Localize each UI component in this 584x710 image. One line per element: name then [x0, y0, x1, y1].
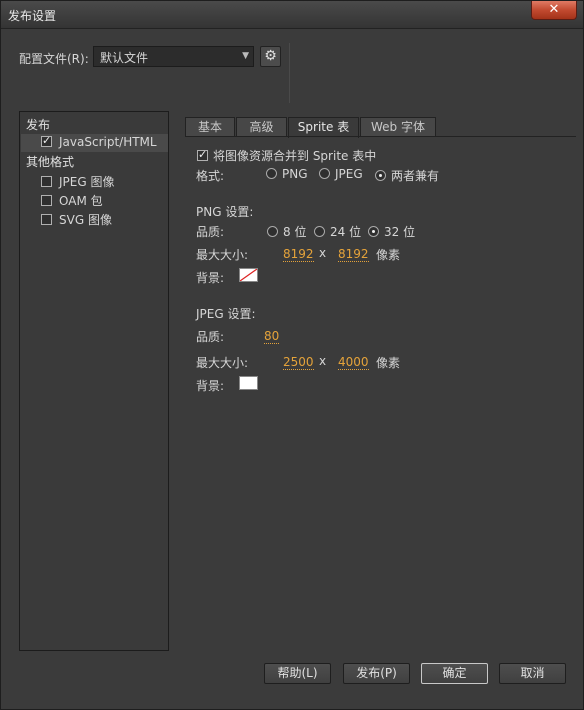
radio-label: PNG: [282, 167, 308, 181]
png-quality-label: 品质:: [196, 225, 225, 239]
chevron-down-icon: ▼: [242, 51, 249, 61]
jpeg-width-value[interactable]: 2500: [283, 355, 314, 370]
jpeg-max-size-label: 最大大小:: [196, 356, 249, 370]
ok-button[interactable]: 确定: [421, 663, 488, 684]
png-background-swatch[interactable]: [239, 268, 258, 282]
radio-button[interactable]: [375, 170, 386, 181]
target-tree: 发布 JavaScript/HTML 其他格式 JPEG 图像 OAM 包 SV…: [19, 111, 169, 651]
tree-item-label: JavaScript/HTML: [59, 135, 157, 149]
tree-item-svg[interactable]: SVG 图像: [41, 211, 112, 229]
png-background-label: 背景:: [196, 271, 225, 285]
window-title: 发布设置: [8, 9, 57, 23]
png-width-value[interactable]: 8192: [283, 247, 314, 262]
merge-sprite-option[interactable]: 将图像资源合并到 Sprite 表中: [197, 147, 376, 164]
radio-label: JPEG: [335, 167, 363, 181]
radio-format-both[interactable]: 两者兼有: [375, 167, 439, 184]
no-color-icon: [239, 268, 258, 282]
radio-label: 两者兼有: [391, 169, 440, 183]
publish-button[interactable]: 发布(P): [343, 663, 410, 684]
tree-item-oam[interactable]: OAM 包: [41, 192, 103, 210]
profile-select[interactable]: 默认文件 ▼: [93, 46, 254, 67]
radio-button[interactable]: [314, 226, 325, 237]
checkbox-jpeg[interactable]: [41, 176, 52, 187]
merge-sprite-label: 将图像资源合并到 Sprite 表中: [213, 149, 377, 163]
radio-label: 32 位: [384, 225, 416, 239]
jpeg-background-label: 背景:: [196, 379, 225, 393]
radio-button[interactable]: [266, 168, 277, 179]
help-button[interactable]: 帮助(L): [264, 663, 331, 684]
publish-settings-dialog: 发布设置 ✕ 配置文件(R): 默认文件 ▼ ⚙ 发布 JavaScript/H…: [0, 0, 584, 710]
profile-select-value: 默认文件: [100, 51, 149, 65]
tab-basic[interactable]: 基本: [185, 117, 235, 136]
radio-format-jpeg[interactable]: JPEG: [319, 167, 363, 181]
radio-label: 8 位: [283, 225, 307, 239]
radio-label: 24 位: [330, 225, 362, 239]
checkbox-javascript-html[interactable]: [41, 134, 52, 147]
tree-header-publish: 发布: [26, 118, 51, 132]
tree-item-label: OAM 包: [59, 194, 103, 208]
jpeg-pixels-label: 像素: [376, 356, 401, 370]
radio-png-24bit[interactable]: 24 位: [314, 223, 361, 240]
png-times-sign: x: [319, 246, 327, 260]
tree-item-label: SVG 图像: [59, 213, 112, 227]
png-settings-header: PNG 设置:: [196, 205, 254, 219]
radio-png-8bit[interactable]: 8 位: [267, 223, 306, 240]
title-bar: 发布设置 ✕: [1, 1, 583, 29]
merge-sprite-checkbox[interactable]: [197, 148, 208, 161]
tab-web-fonts[interactable]: Web 字体: [360, 117, 436, 136]
radio-format-png[interactable]: PNG: [266, 167, 308, 181]
gear-icon[interactable]: ⚙: [260, 46, 281, 67]
tree-item-label: JPEG 图像: [59, 175, 115, 189]
tab-underline: [185, 136, 576, 137]
radio-png-32bit[interactable]: 32 位: [368, 223, 415, 240]
tree-item-jpeg[interactable]: JPEG 图像: [41, 173, 114, 191]
jpeg-background-swatch[interactable]: [239, 376, 258, 390]
checkbox-oam[interactable]: [41, 195, 52, 206]
format-label: 格式:: [196, 169, 225, 183]
cancel-button[interactable]: 取消: [499, 663, 566, 684]
jpeg-times-sign: x: [319, 354, 327, 368]
jpeg-quality-value[interactable]: 80: [264, 329, 280, 344]
vertical-divider: [289, 43, 290, 103]
tree-item-javascript-html-row[interactable]: JavaScript/HTML: [41, 134, 157, 153]
tab-advanced[interactable]: 高级: [236, 117, 287, 136]
jpeg-quality-label: 品质:: [196, 330, 225, 344]
tab-sprite-sheet[interactable]: Sprite 表: [288, 117, 359, 138]
checkbox-svg[interactable]: [41, 214, 52, 225]
jpeg-settings-header: JPEG 设置:: [196, 307, 256, 321]
png-height-value[interactable]: 8192: [338, 247, 369, 262]
jpeg-height-value[interactable]: 4000: [338, 355, 369, 370]
radio-button[interactable]: [368, 226, 379, 237]
profile-label: 配置文件(R):: [19, 52, 89, 66]
radio-button[interactable]: [319, 168, 330, 179]
close-button[interactable]: ✕: [531, 1, 577, 20]
png-pixels-label: 像素: [376, 248, 401, 262]
png-max-size-label: 最大大小:: [196, 248, 249, 262]
radio-button[interactable]: [267, 226, 278, 237]
tree-header-other: 其他格式: [26, 155, 75, 169]
